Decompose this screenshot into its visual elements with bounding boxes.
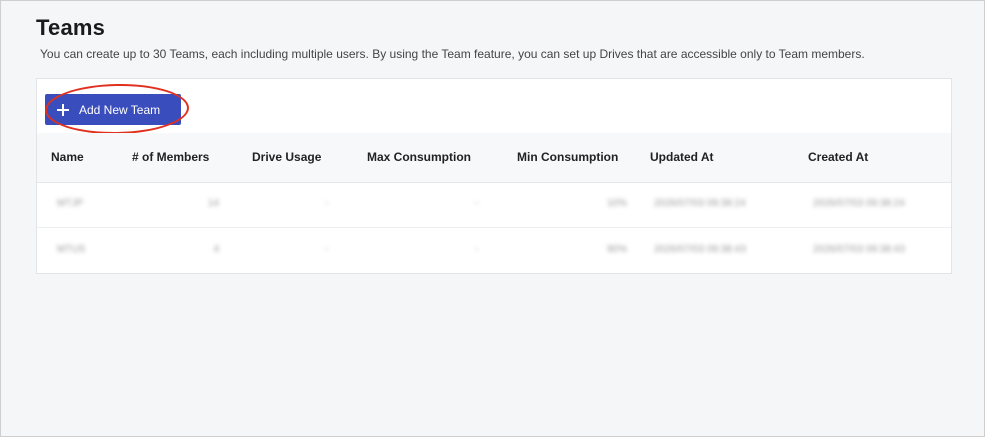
- add-new-team-label: Add New Team: [79, 102, 161, 117]
- cell-name: MTUS: [57, 244, 86, 255]
- add-new-team-button[interactable]: Add New Team: [45, 94, 181, 125]
- cell-updated-at: 2026/07/03 09:38:43: [654, 244, 746, 255]
- table-row[interactable]: MTJP 14 - - 10% 2026/07/03 09:38:24 2026…: [37, 182, 951, 228]
- cell-max-consumption: -: [475, 198, 479, 209]
- cell-drive-usage: -: [325, 198, 329, 209]
- cell-members: 14: [207, 198, 219, 209]
- teams-card: Add New Team Name # of Members Drive Usa…: [36, 78, 952, 274]
- column-header-name[interactable]: Name: [51, 150, 84, 164]
- column-header-drive-usage[interactable]: Drive Usage: [252, 150, 321, 164]
- column-header-members[interactable]: # of Members: [132, 150, 209, 164]
- column-header-max-consumption[interactable]: Max Consumption: [367, 150, 471, 164]
- column-header-min-consumption[interactable]: Min Consumption: [517, 150, 618, 164]
- cell-drive-usage: -: [325, 244, 329, 255]
- table-row[interactable]: MTUS 4 - - 90% 2026/07/03 09:38:43 2026/…: [37, 228, 951, 273]
- column-header-updated-at[interactable]: Updated At: [650, 150, 714, 164]
- cell-min-consumption: 10%: [606, 198, 627, 209]
- column-header-created-at[interactable]: Created At: [808, 150, 868, 164]
- cell-updated-at: 2026/07/03 09:38:24: [654, 198, 746, 209]
- page-description: You can create up to 30 Teams, each incl…: [40, 47, 865, 61]
- cell-max-consumption: -: [475, 244, 479, 255]
- cell-name: MTJP: [57, 198, 84, 209]
- plus-icon: [57, 103, 69, 116]
- cell-created-at: 2026/07/03 09:38:24: [813, 198, 905, 209]
- page-title: Teams: [36, 15, 106, 40]
- cell-members: 4: [213, 244, 219, 255]
- table-header: Name # of Members Drive Usage Max Consum…: [37, 133, 951, 183]
- app-window: Teams You can create up to 30 Teams, eac…: [0, 0, 985, 437]
- cell-created-at: 2026/07/03 09:38:43: [813, 244, 905, 255]
- cell-min-consumption: 90%: [606, 244, 627, 255]
